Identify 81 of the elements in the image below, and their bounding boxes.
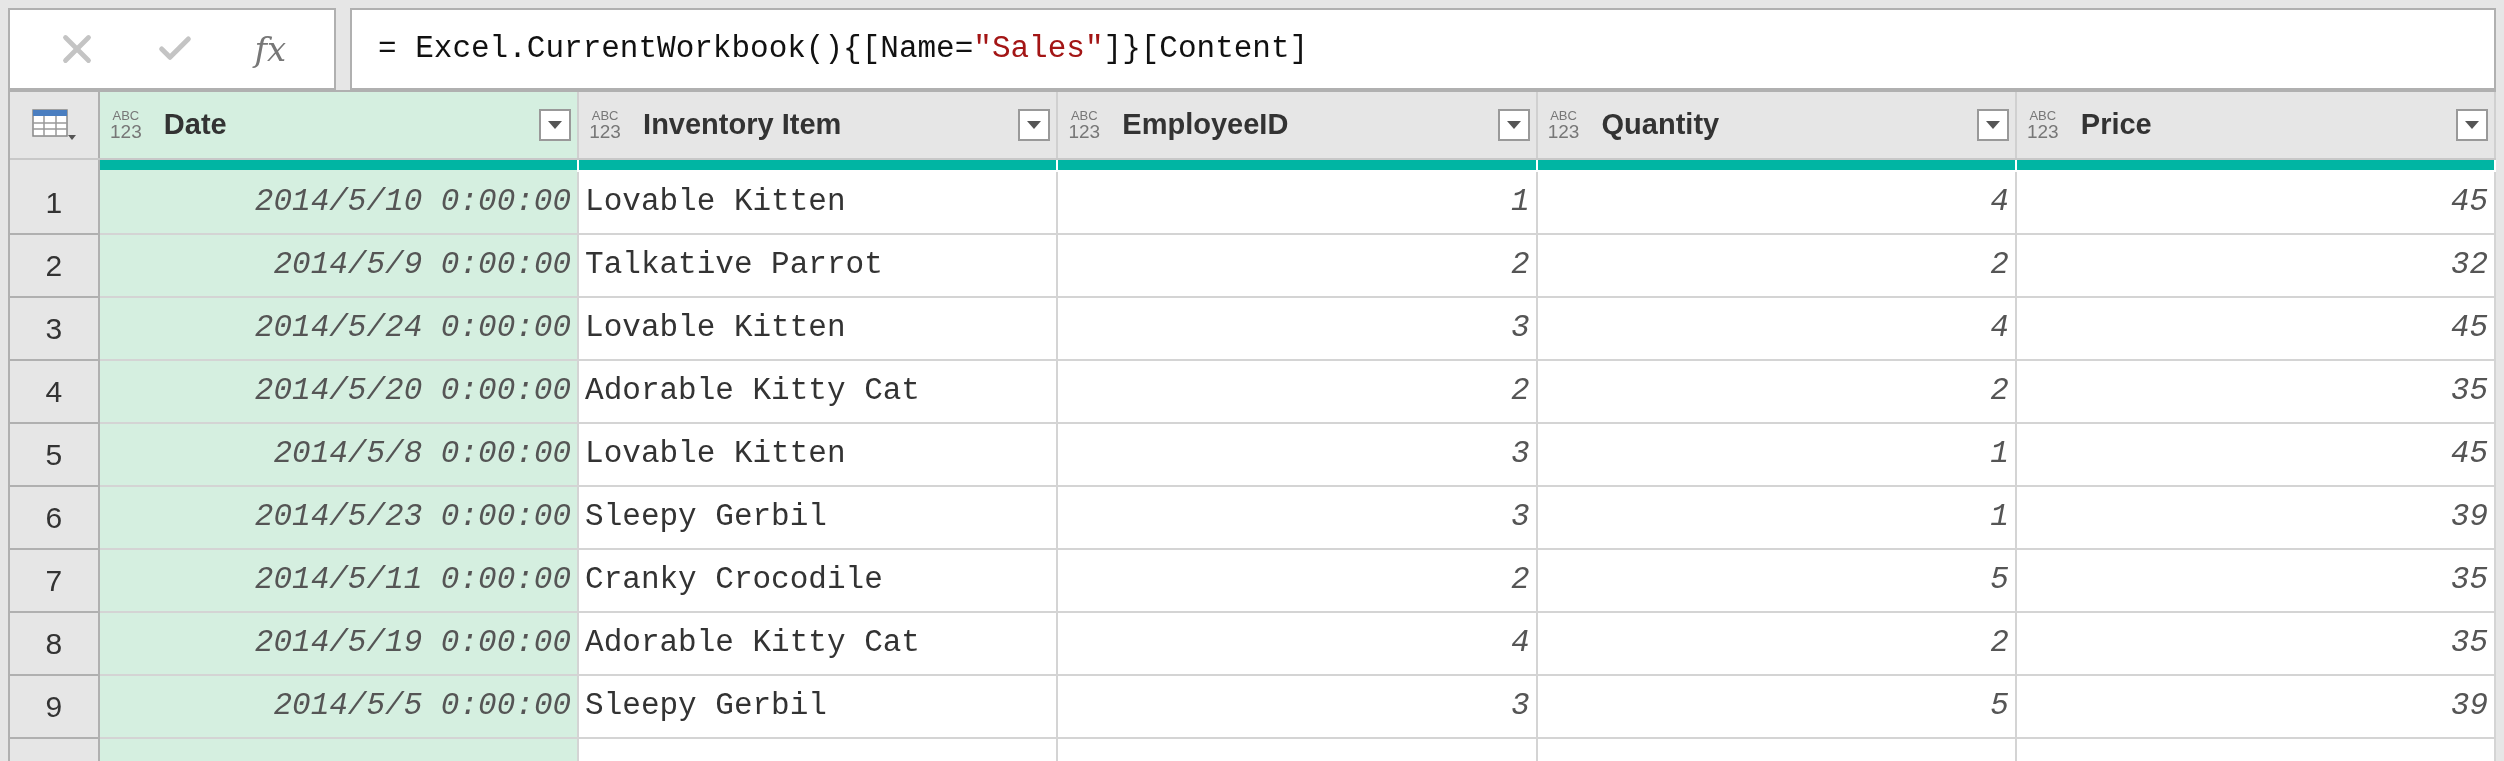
formula-text: ]}[Content]	[1103, 29, 1309, 68]
table-cell: 2014/5/19 0:00:00	[99, 613, 580, 676]
type-icon: ABC 123	[107, 109, 144, 141]
table-cell: 35	[2016, 613, 2497, 676]
row-number: 6	[10, 487, 100, 550]
table-cell: 2	[1058, 550, 1538, 613]
table-cell: 2	[1058, 235, 1538, 298]
caret-icon	[1984, 120, 2001, 130]
table-cell: Adorable Kitty Cat	[579, 613, 1059, 676]
table-cell: 3	[1058, 424, 1538, 487]
table-cell: 5	[1537, 676, 2017, 739]
table-cell: Lovable Kitten	[579, 298, 1059, 361]
row-number: 5	[10, 424, 100, 487]
table-cell: 4	[1058, 613, 1538, 676]
filter-button[interactable]	[539, 109, 572, 141]
row-number: 9	[10, 676, 100, 739]
table-cell: 2	[1058, 361, 1538, 424]
table-cell: Sleepy Gerbil	[579, 487, 1059, 550]
table-cell: Sleepy Gerbil	[579, 676, 1059, 739]
caret-icon	[2464, 120, 2481, 130]
table-cell: 39	[2016, 676, 2497, 739]
type-icon: ABC 123	[1066, 109, 1103, 141]
type-icon: ABC 123	[587, 109, 624, 141]
row-number: 1	[10, 172, 100, 235]
caret-icon	[1505, 120, 1522, 130]
column-name: Quantity	[1601, 107, 1721, 143]
column-name: Inventory Item	[643, 107, 843, 143]
table-cell: Lovable Kitten	[579, 424, 1059, 487]
table-cell: 2014/5/10 0:00:00	[99, 172, 580, 235]
column-name: Date	[163, 107, 228, 143]
type-icon: ABC 123	[2024, 109, 2061, 141]
table-cell: Lovable Kitten	[579, 172, 1059, 235]
table-cell: 2	[1537, 235, 2017, 298]
table-cell: 4	[1537, 298, 2017, 361]
table-cell: 2014/5/8 0:00:00	[99, 424, 580, 487]
table-cell: 45	[2016, 424, 2497, 487]
table-cell: 1	[1058, 172, 1538, 235]
row-number: 3	[10, 298, 100, 361]
table-cell: 2014/5/23 0:00:00	[99, 487, 580, 550]
table-cell: 4	[1537, 172, 2017, 235]
table-cell: 1	[1537, 487, 2017, 550]
filter-button[interactable]	[1018, 109, 1051, 141]
table-cell: 32	[2016, 235, 2497, 298]
row-number: 8	[10, 613, 100, 676]
table-cell: 3	[1058, 298, 1538, 361]
table-cell: 2014/5/20 0:00:00	[99, 361, 580, 424]
table-cell: 35	[2016, 550, 2497, 613]
row-number: 4	[10, 361, 100, 424]
table-cell: 35	[2016, 361, 2497, 424]
filter-button[interactable]	[2456, 109, 2489, 141]
table-cell: 5	[1537, 550, 2017, 613]
caret-icon	[547, 120, 564, 130]
row-number: 7	[10, 550, 100, 613]
table-cell: 2	[1537, 361, 2017, 424]
table-cell: 39	[2016, 487, 2497, 550]
row-number: 2	[10, 235, 100, 298]
table-cell: 45	[2016, 172, 2497, 235]
filter-button[interactable]	[1497, 109, 1530, 141]
table-cell: 45	[2016, 298, 2497, 361]
table-cell: 2014/5/5 0:00:00	[99, 676, 580, 739]
table-icon	[31, 109, 76, 141]
table-cell: 2014/5/24 0:00:00	[99, 298, 580, 361]
column-name: Price	[2080, 107, 2153, 143]
formula-text: = Excel.CurrentWorkbook(){[Name=	[378, 29, 974, 68]
table-cell: 3	[1058, 676, 1538, 739]
caret-icon	[1026, 120, 1043, 130]
function-button[interactable]: fx	[246, 23, 295, 75]
table-cell: 2	[1537, 613, 2017, 676]
table-cell: 3	[1058, 487, 1538, 550]
column-name: EmployeeID	[1122, 107, 1290, 143]
formula-text: "Sales"	[973, 29, 1104, 68]
table-cell: 2014/5/9 0:00:00	[99, 235, 580, 298]
column-header[interactable]: ABC 123 Date	[99, 92, 580, 158]
table-cell: Adorable Kitty Cat	[579, 361, 1059, 424]
filter-button[interactable]	[1976, 109, 2009, 141]
table-cell: Cranky Crocodile	[579, 550, 1059, 613]
table-cell: 2014/5/11 0:00:00	[99, 550, 580, 613]
table-cell: Talkative Parrot	[579, 235, 1059, 298]
formula-field[interactable]: = Excel.CurrentWorkbook(){[Name="Sales"]}[Content]	[350, 8, 2496, 90]
table-cell: 1	[1537, 424, 2017, 487]
type-icon: ABC 123	[1545, 109, 1582, 141]
